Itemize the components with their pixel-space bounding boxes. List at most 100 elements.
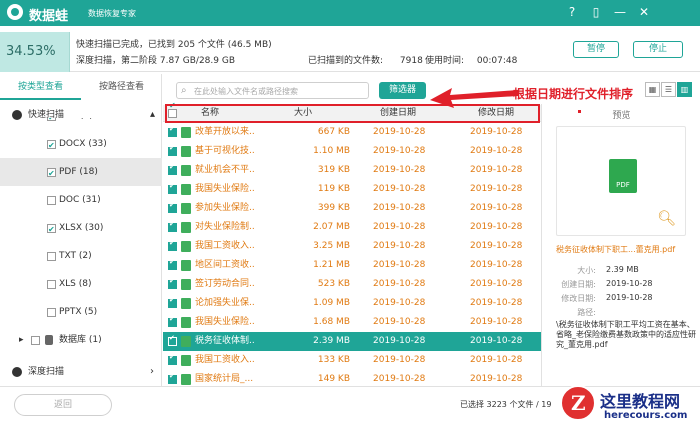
- modified-label: 修改日期:: [561, 294, 596, 303]
- row-checkbox[interactable]: [168, 253, 177, 272]
- tab-by-type[interactable]: 按类型查看: [0, 74, 81, 100]
- pause-button[interactable]: 暂停: [573, 41, 619, 58]
- time-value: 00:07:48: [476, 56, 518, 66]
- table-row[interactable]: 参加失业保险... 399 KB 2019-10-28 2019-10-28: [163, 196, 541, 218]
- help-icon[interactable]: ?: [564, 4, 580, 20]
- table-row[interactable]: 对失业保险制... 2.07 MB 2019-10-28 2019-10-28: [163, 215, 541, 237]
- list-item-csv[interactable]: CSV (5): [0, 118, 162, 132]
- app-name: 数据蛙: [29, 9, 69, 24]
- path-value: \税务征收体制下职工平均工资在基本、省略_老保险缴费基数政策中的适应性研究_董克…: [556, 320, 696, 349]
- row-checkbox[interactable]: [168, 234, 177, 253]
- file-name: 我国工资收入...: [195, 241, 255, 251]
- row-checkbox[interactable]: [168, 272, 177, 291]
- created-date: 2019-10-28: [373, 127, 426, 137]
- row-checkbox[interactable]: [168, 158, 177, 177]
- chevron-right-icon[interactable]: ›: [150, 363, 154, 381]
- row-checkbox[interactable]: [168, 348, 177, 367]
- row-checkbox[interactable]: [168, 196, 177, 215]
- list-item-txt[interactable]: TXT (2): [0, 242, 162, 270]
- table-row[interactable]: 签订劳动合同... 523 KB 2019-10-28 2019-10-28: [163, 272, 541, 294]
- checkbox[interactable]: [47, 252, 56, 261]
- search-input[interactable]: ⌕ 在此处输入文件名或路径搜索: [176, 82, 369, 99]
- pdf-file-icon: [181, 279, 191, 290]
- list-item-doc[interactable]: DOC (31): [0, 186, 162, 214]
- list-item-xlsx[interactable]: XLSX (30): [0, 214, 162, 244]
- row-checkbox[interactable]: [168, 367, 177, 386]
- grid-view-icon[interactable]: ▦: [645, 82, 660, 97]
- row-checkbox[interactable]: [168, 120, 177, 139]
- pdf-file-icon: [181, 374, 191, 385]
- created-date: 2019-10-28: [373, 146, 426, 156]
- checkbox[interactable]: [47, 132, 56, 160]
- table-row[interactable]: 论加强失业保... 1.09 MB 2019-10-28 2019-10-28: [163, 291, 541, 313]
- elapsed-time: 使用时间: 00:07:48: [425, 53, 517, 66]
- deep-scan-section[interactable]: 深度扫描 ›: [0, 363, 162, 381]
- list-item-pptx[interactable]: PPTX (5): [0, 298, 162, 326]
- table-row[interactable]: 我国失业保险... 119 KB 2019-10-28 2019-10-28: [163, 177, 541, 199]
- created-value: 2019-10-28: [606, 279, 653, 288]
- row-checkbox[interactable]: [168, 310, 177, 329]
- file-name: 就业机会不平...: [195, 165, 255, 175]
- scan-progress: 34.53%: [0, 32, 70, 72]
- detail-view-icon[interactable]: ▥: [677, 82, 692, 97]
- checkbox[interactable]: [47, 196, 56, 205]
- expand-arrow-icon[interactable]: ▸: [19, 326, 24, 354]
- file-size: 1.10 MB: [313, 146, 350, 156]
- table-row[interactable]: 我国工资收入... 133 KB 2019-10-28 2019-10-28: [163, 348, 541, 370]
- row-checkbox[interactable]: [168, 291, 177, 310]
- table-row[interactable]: 我国失业保险... 1.68 MB 2019-10-28 2019-10-28: [163, 310, 541, 332]
- deep-scan-status: 深度扫描，第二阶段 7.87 GB/28.9 GB: [76, 56, 235, 66]
- item-label: PDF (18): [59, 167, 98, 177]
- list-item-xls[interactable]: XLS (8): [0, 270, 162, 298]
- list-item-database[interactable]: ▸ 数据库 (1): [0, 326, 162, 354]
- item-label: PPTX (5): [59, 307, 98, 317]
- item-label: DOC (31): [59, 195, 101, 205]
- file-size: 319 KB: [317, 165, 350, 175]
- footer: 返回 已选择 3223 个文件 / 19: [0, 386, 700, 432]
- list-item-pdf[interactable]: PDF (18): [0, 158, 162, 188]
- row-checkbox[interactable]: [168, 215, 177, 234]
- filter-button[interactable]: 筛选器: [379, 82, 426, 99]
- row-checkbox[interactable]: [168, 139, 177, 158]
- file-size: 119 KB: [317, 184, 350, 194]
- list-view-icon[interactable]: ☰: [661, 82, 676, 97]
- created-date: 2019-10-28: [373, 184, 426, 194]
- checkbox[interactable]: [47, 118, 56, 132]
- table-row[interactable]: 地区间工资收... 1.21 MB 2019-10-28 2019-10-28: [163, 253, 541, 275]
- checkbox[interactable]: [47, 160, 56, 188]
- row-checkbox[interactable]: [168, 177, 177, 196]
- database-icon: [45, 335, 53, 345]
- found-value: 7918: [399, 56, 423, 66]
- zoom-icon[interactable]: 🔍︎: [657, 209, 676, 227]
- file-name: 对失业保险制...: [195, 222, 255, 232]
- table-row[interactable]: 基于可视化技... 1.10 MB 2019-10-28 2019-10-28: [163, 139, 541, 161]
- created-date: 2019-10-28: [373, 165, 426, 175]
- modified-date: 2019-10-28: [470, 279, 523, 289]
- checkbox[interactable]: [47, 216, 56, 244]
- file-name: 我国工资收入...: [195, 355, 255, 365]
- file-name: 改革开放以来...: [195, 127, 255, 137]
- table-row-selected[interactable]: 税务征收体制... 2.39 MB 2019-10-28 2019-10-28: [163, 329, 541, 351]
- created-date: 2019-10-28: [373, 260, 426, 270]
- pdf-file-icon: [181, 298, 191, 309]
- table-row[interactable]: 改革开放以来... 667 KB 2019-10-28 2019-10-28: [163, 120, 541, 142]
- tab-by-path[interactable]: 按路径查看: [81, 74, 162, 100]
- minimize-icon[interactable]: —: [612, 4, 628, 20]
- save-icon[interactable]: ▯: [588, 4, 604, 20]
- file-name: 基于可视化技...: [195, 146, 255, 156]
- table-row[interactable]: 就业机会不平... 319 KB 2019-10-28 2019-10-28: [163, 158, 541, 180]
- row-checkbox[interactable]: [168, 329, 177, 348]
- checkbox[interactable]: [47, 280, 56, 289]
- pdf-file-icon: [181, 355, 191, 366]
- checkbox[interactable]: [31, 336, 40, 345]
- close-icon[interactable]: ✕: [636, 4, 652, 20]
- preview-panel: 预览 PDF 🔍︎ 税务征收体制下职工...蕾克用.pdf 大小: 2.39 M…: [541, 104, 700, 386]
- checkbox[interactable]: [47, 308, 56, 317]
- modified-date: 2019-10-28: [470, 127, 523, 137]
- modified-date: 2019-10-28: [470, 222, 523, 232]
- stop-button[interactable]: 停止: [633, 41, 683, 58]
- table-row[interactable]: 我国工资收入... 3.25 MB 2019-10-28 2019-10-28: [163, 234, 541, 256]
- file-size: 133 KB: [317, 355, 350, 365]
- back-button[interactable]: 返回: [14, 394, 112, 416]
- list-item-docx[interactable]: DOCX (33): [0, 130, 162, 160]
